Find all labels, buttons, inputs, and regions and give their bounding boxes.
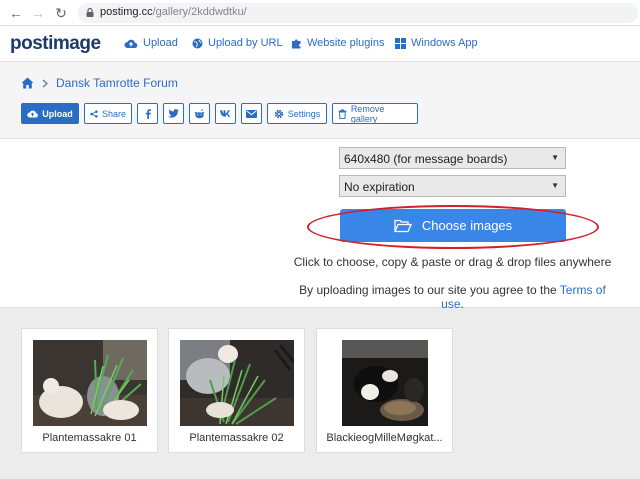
upload-button[interactable]: Upload <box>21 103 79 124</box>
upload-panel: 640x480 (for message boards) ▼ No expira… <box>0 138 640 311</box>
reddit-icon <box>194 108 205 118</box>
thumbnail-image[interactable] <box>180 340 294 426</box>
nav-upload-by-url[interactable]: Upload by URL <box>192 37 283 49</box>
windows-icon <box>395 37 406 49</box>
gallery-title[interactable]: Dansk Tamrotte Forum <box>56 76 178 90</box>
terms-suffix: . <box>460 297 464 311</box>
thumbnail-caption: Plantemassakre 02 <box>189 432 284 444</box>
thumbnail-card[interactable]: BlackieogMilleMøgkat... <box>316 328 453 453</box>
puzzle-icon <box>292 38 301 48</box>
upload-hint: Click to choose, copy & paste or drag & … <box>293 255 612 269</box>
gallery-toolbar: Upload Share Settings Remove gallery <box>21 103 418 124</box>
address-bar[interactable]: postimg.cc/gallery/2kddwdtku/ <box>78 3 638 23</box>
expiration-select[interactable]: No expiration ▼ <box>339 175 566 197</box>
nav-website-plugins[interactable]: Website plugins <box>291 37 384 49</box>
dropdown-arrow-icon: ▼ <box>551 181 559 190</box>
remove-gallery-button[interactable]: Remove gallery <box>332 103 418 124</box>
email-share-button[interactable] <box>241 103 262 124</box>
terms-prefix: By uploading images to our site you agre… <box>299 283 560 297</box>
upload-button-label: Upload <box>42 108 73 119</box>
gallery-header: Dansk Tamrotte Forum Upload Share Settin… <box>0 62 640 138</box>
thumbnail-image[interactable] <box>33 340 147 426</box>
gear-icon <box>274 109 284 118</box>
share-button-label: Share <box>101 108 126 119</box>
facebook-share-button[interactable] <box>137 103 158 124</box>
url-host: postimg.cc <box>100 6 153 18</box>
twitter-icon <box>168 109 179 118</box>
nav-upload-by-url-label: Upload by URL <box>208 37 283 49</box>
settings-button-label: Settings <box>287 108 321 119</box>
facebook-icon <box>145 108 151 119</box>
dropdown-arrow-icon: ▼ <box>551 153 559 162</box>
postimage-logo[interactable]: postimage <box>10 33 101 55</box>
reddit-share-button[interactable] <box>189 103 210 124</box>
share-icon <box>90 109 98 118</box>
lock-icon <box>86 8 94 17</box>
thumbnail-card[interactable]: Plantemassakre 02 <box>168 328 305 453</box>
highlight-circle-annotation <box>307 205 599 249</box>
envelope-icon <box>246 109 257 118</box>
forward-icon[interactable]: → <box>30 5 46 21</box>
thumbnail-image[interactable] <box>342 340 428 426</box>
site-header: postimage Upload Upload by URL Website p… <box>0 26 640 62</box>
nav-upload[interactable]: Upload <box>124 37 178 49</box>
nav-upload-label: Upload <box>143 37 178 49</box>
reload-icon[interactable]: ↻ <box>53 5 69 21</box>
resize-select-value: 640x480 (for message boards) <box>344 152 508 166</box>
back-icon[interactable]: ← <box>8 5 24 21</box>
nav-windows-app-label: Windows App <box>411 37 478 49</box>
globe-icon <box>192 38 203 48</box>
url-path: /gallery/2kddwdtku/ <box>152 6 247 18</box>
home-icon[interactable] <box>21 77 34 89</box>
vk-share-button[interactable] <box>215 103 236 124</box>
breadcrumb: Dansk Tamrotte Forum <box>21 76 178 90</box>
cloud-upload-icon <box>27 110 39 118</box>
nav-windows-app[interactable]: Windows App <box>395 37 478 49</box>
thumbnail-card[interactable]: Plantemassakre 01 <box>21 328 158 453</box>
logo-image: image <box>48 33 101 54</box>
trash-icon <box>338 108 347 119</box>
settings-button[interactable]: Settings <box>267 103 327 124</box>
twitter-share-button[interactable] <box>163 103 184 124</box>
thumbnail-caption: BlackieogMilleMøgkat... <box>326 432 443 444</box>
browser-toolbar: ← → ↻ postimg.cc/gallery/2kddwdtku/ <box>0 0 640 26</box>
resize-select[interactable]: 640x480 (for message boards) ▼ <box>339 147 566 169</box>
cloud-upload-icon <box>124 39 138 48</box>
remove-gallery-label: Remove gallery <box>350 103 385 124</box>
logo-post: post <box>10 33 49 54</box>
terms-notice: By uploading images to our site you agre… <box>290 283 615 311</box>
url-text: postimg.cc/gallery/2kddwdtku/ <box>100 6 247 18</box>
chevron-right-icon <box>42 78 48 88</box>
thumbnail-caption: Plantemassakre 01 <box>42 432 137 444</box>
nav-website-plugins-label: Website plugins <box>307 37 385 49</box>
vk-icon <box>219 110 230 117</box>
expiration-select-value: No expiration <box>344 180 415 194</box>
share-button[interactable]: Share <box>84 103 132 124</box>
